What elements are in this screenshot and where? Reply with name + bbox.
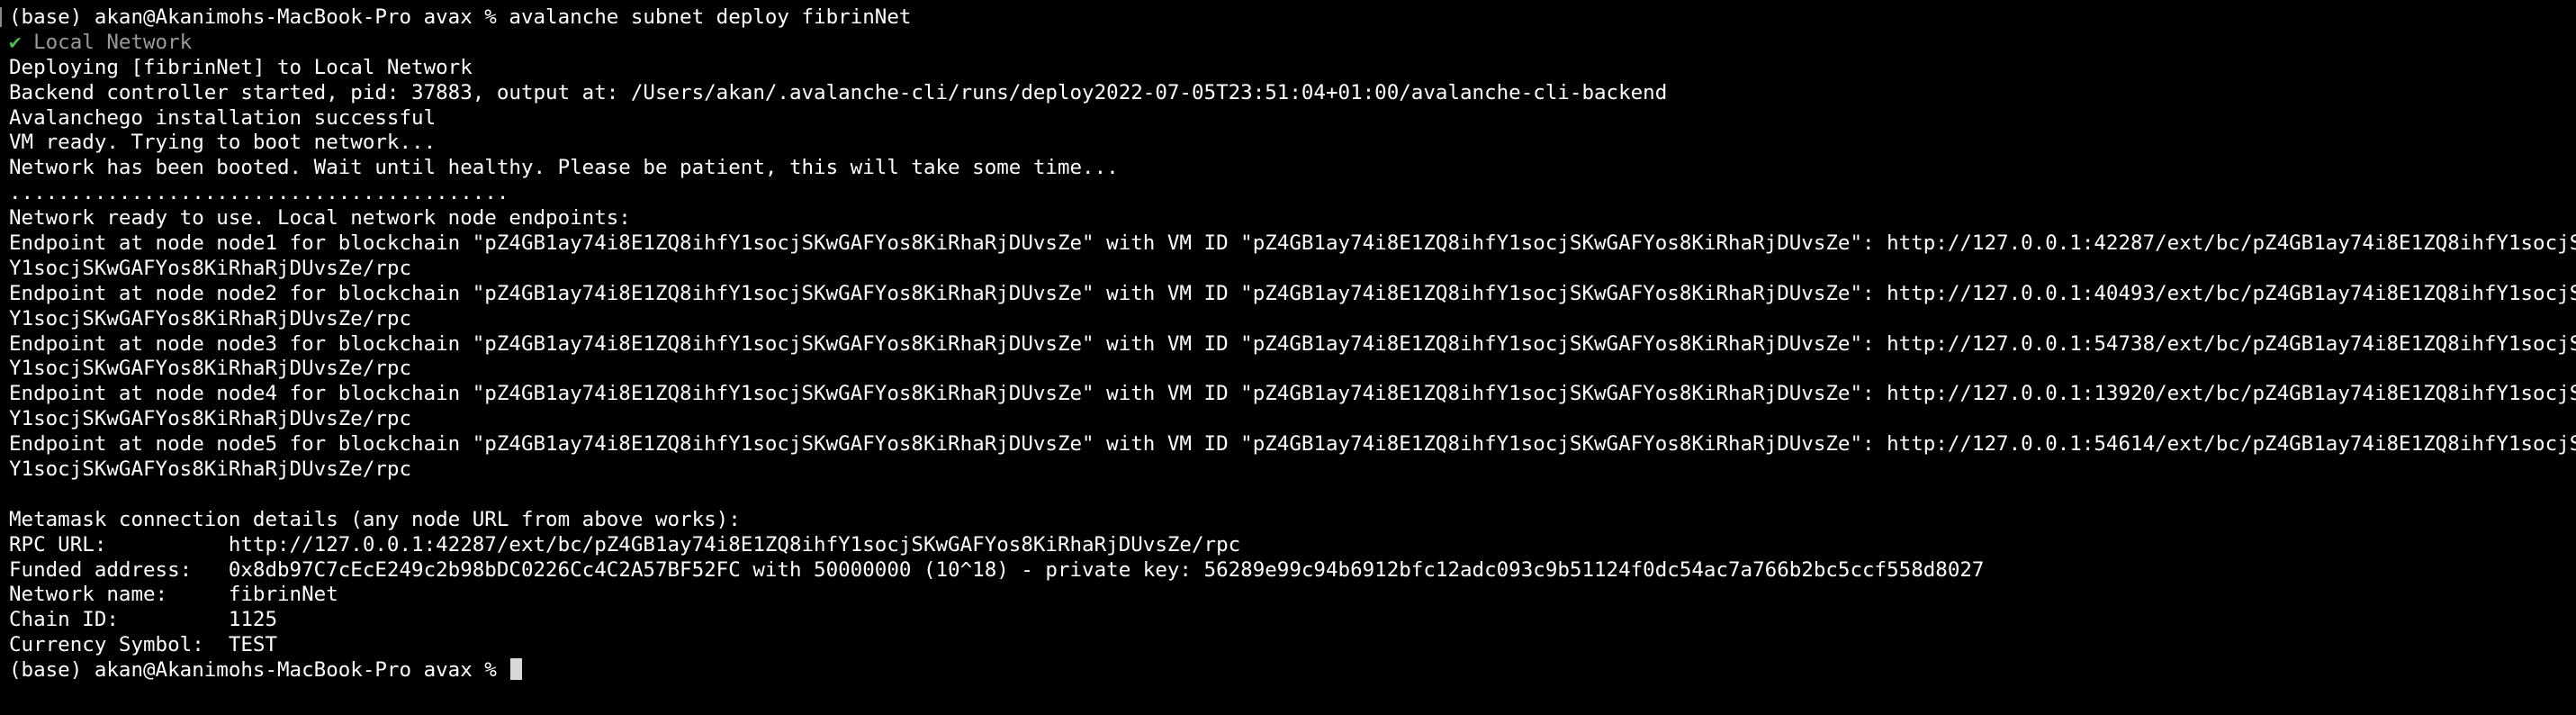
line-text: Local Network xyxy=(21,30,193,54)
block-cursor-icon xyxy=(510,658,523,681)
line-text: RPC URL: http://127.0.0.1:42287/ext/bc/p… xyxy=(9,532,1241,557)
terminal-line: VM ready. Trying to boot network... xyxy=(9,131,2576,156)
terminal-line: Network name: fibrinNet xyxy=(9,583,2576,608)
terminal-line: Endpoint at node node5 for blockchain "p… xyxy=(9,432,2576,457)
terminal-output[interactable]: (base) akan@Akanimohs-MacBook-Pro avax %… xyxy=(9,5,2576,715)
terminal-line: ........................................… xyxy=(9,181,2576,206)
line-text: Deploying [fibrinNet] to Local Network xyxy=(9,55,473,79)
prompt-line: (base) akan@Akanimohs-MacBook-Pro avax % xyxy=(9,658,2576,683)
line-text: Funded address: 0x8db97C7cEcE249c2b98bDC… xyxy=(9,557,1985,582)
check-icon: ✔ xyxy=(9,30,22,54)
terminal-line: Y1socjSKwGAFYos8KiRhaRjDUvsZe/rpc xyxy=(9,357,2576,382)
terminal-line: Backend controller started, pid: 37883, … xyxy=(9,81,2576,106)
line-text: (base) akan@Akanimohs-MacBook-Pro avax % xyxy=(9,658,509,683)
prompt-line: (base) akan@Akanimohs-MacBook-Pro avax %… xyxy=(9,5,2576,31)
line-text: Y1socjSKwGAFYos8KiRhaRjDUvsZe/rpc xyxy=(9,457,412,482)
terminal-line: Avalanchego installation successful xyxy=(9,106,2576,131)
terminal-line: Deploying [fibrinNet] to Local Network xyxy=(9,56,2576,81)
line-text: Backend controller started, pid: 37883, … xyxy=(9,80,1668,104)
terminal-line: Y1socjSKwGAFYos8KiRhaRjDUvsZe/rpc xyxy=(9,307,2576,332)
terminal-line: Y1socjSKwGAFYos8KiRhaRjDUvsZe/rpc xyxy=(9,457,2576,483)
line-text: Endpoint at node node5 for blockchain "p… xyxy=(9,432,2576,457)
terminal-line: Y1socjSKwGAFYos8KiRhaRjDUvsZe/rpc xyxy=(9,257,2576,282)
line-text: Currency Symbol: TEST xyxy=(9,633,278,657)
terminal-line: Funded address: 0x8db97C7cEcE249c2b98bDC… xyxy=(9,558,2576,584)
terminal-line: Endpoint at node node4 for blockchain "p… xyxy=(9,382,2576,407)
line-text: Endpoint at node node2 for blockchain "p… xyxy=(9,281,2576,305)
line-text: Endpoint at node node4 for blockchain "p… xyxy=(9,382,2576,406)
line-text: Network name: fibrinNet xyxy=(9,583,338,607)
terminal-line: Network has been booted. Wait until heal… xyxy=(9,156,2576,181)
line-text: Network ready to use. Local network node… xyxy=(9,206,631,231)
terminal-line: RPC URL: http://127.0.0.1:42287/ext/bc/p… xyxy=(9,533,2576,558)
terminal-line: Y1socjSKwGAFYos8KiRhaRjDUvsZe/rpc xyxy=(9,407,2576,432)
line-text: ........................................… xyxy=(9,181,509,205)
line-text: Metamask connection details (any node UR… xyxy=(9,507,741,531)
terminal-line: Chain ID: 1125 xyxy=(9,608,2576,633)
line-text: Endpoint at node node3 for blockchain "p… xyxy=(9,331,2576,356)
terminal-line: Currency Symbol: TEST xyxy=(9,633,2576,658)
terminal-line: Endpoint at node node3 for blockchain "p… xyxy=(9,332,2576,358)
line-text: (base) akan@Akanimohs-MacBook-Pro avax %… xyxy=(9,5,912,29)
terminal-line: Network ready to use. Local network node… xyxy=(9,206,2576,231)
line-text: VM ready. Trying to boot network... xyxy=(9,131,437,155)
line-text: Chain ID: 1125 xyxy=(9,608,278,632)
terminal-line: Metamask connection details (any node UR… xyxy=(9,508,2576,533)
line-text: Avalanchego installation successful xyxy=(9,105,437,130)
line-text: Network has been booted. Wait until heal… xyxy=(9,156,1119,180)
terminal-line: Endpoint at node node1 for blockchain "p… xyxy=(9,231,2576,257)
line-text: Y1socjSKwGAFYos8KiRhaRjDUvsZe/rpc xyxy=(9,256,412,280)
line-text: Y1socjSKwGAFYos8KiRhaRjDUvsZe/rpc xyxy=(9,407,412,431)
terminal-line: ✔ Local Network xyxy=(9,31,2576,56)
terminal-line: Endpoint at node node2 for blockchain "p… xyxy=(9,282,2576,307)
selection-marker xyxy=(0,7,2,27)
line-text: Y1socjSKwGAFYos8KiRhaRjDUvsZe/rpc xyxy=(9,357,412,381)
line-text: Endpoint at node node1 for blockchain "p… xyxy=(9,231,2576,256)
line-text: Y1socjSKwGAFYos8KiRhaRjDUvsZe/rpc xyxy=(9,306,412,330)
